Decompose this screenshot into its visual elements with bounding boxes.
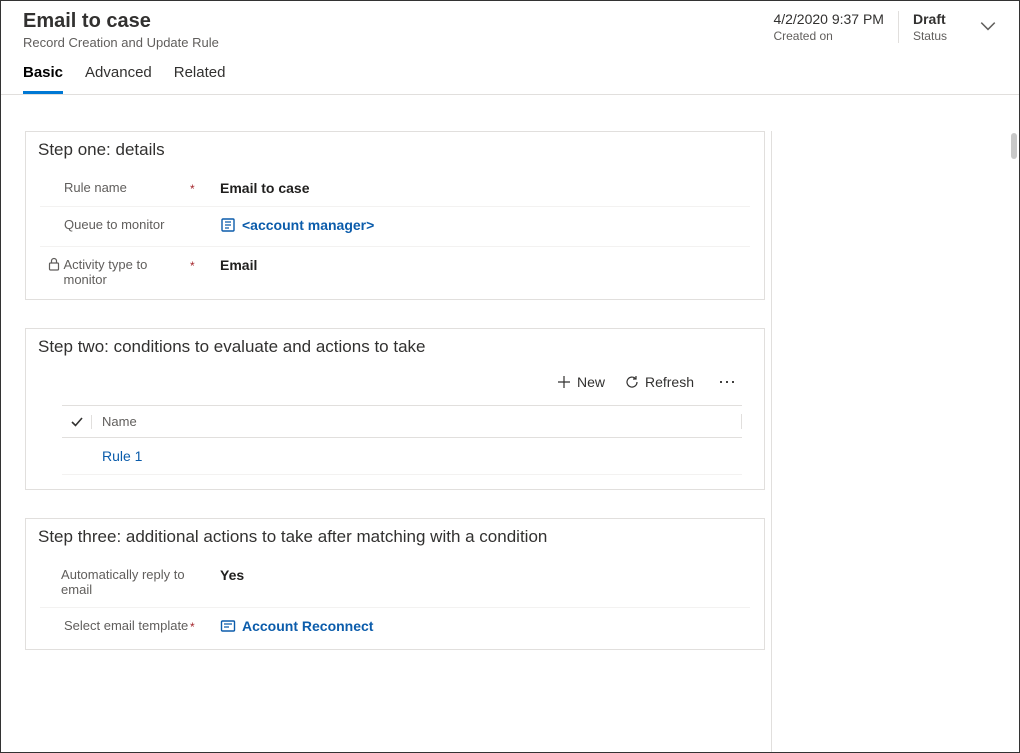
refresh-button[interactable]: Refresh: [625, 374, 694, 390]
activity-type-label: Activity type to monitor: [63, 257, 190, 287]
required-indicator: *: [190, 259, 195, 273]
required-indicator: *: [190, 182, 195, 196]
meta-status: Draft Status: [898, 11, 961, 43]
auto-reply-label: Automatically reply to email: [61, 567, 190, 597]
tab-basic[interactable]: Basic: [23, 64, 63, 94]
select-all-checkbox[interactable]: [62, 415, 92, 429]
email-template-label: Select email template: [64, 618, 188, 633]
queue-icon: [220, 217, 236, 233]
field-activity-type: Activity type to monitor * Email: [40, 247, 750, 299]
page-header: Email to case Record Creation and Update…: [1, 1, 1019, 95]
right-pane: [771, 131, 1019, 752]
section-step-one: Step one: details Rule name * Email to c…: [25, 131, 765, 300]
meta-created-label: Created on: [773, 29, 884, 43]
rule-link[interactable]: Rule 1: [92, 448, 142, 464]
email-template-link[interactable]: Account Reconnect: [220, 618, 373, 634]
new-button[interactable]: New: [557, 374, 605, 390]
page-title: Email to case: [23, 9, 773, 33]
grid-command-bar: New Refresh ⋯: [26, 367, 764, 397]
auto-reply-value: Yes: [210, 567, 750, 583]
column-header-name[interactable]: Name: [92, 414, 742, 429]
field-rule-name[interactable]: Rule name * Email to case: [40, 170, 750, 207]
chevron-down-icon: [979, 17, 997, 35]
step-two-title: Step two: conditions to evaluate and act…: [26, 329, 764, 367]
activity-type-value: Email: [210, 257, 750, 273]
grid-header-row: Name: [62, 406, 742, 438]
refresh-icon: [625, 375, 639, 389]
table-row[interactable]: Rule 1: [62, 438, 742, 475]
check-icon: [70, 415, 84, 429]
queue-value: <account manager>: [242, 217, 374, 233]
meta-created-on: 4/2/2020 9:37 PM Created on: [773, 11, 898, 43]
more-commands-button[interactable]: ⋯: [714, 373, 742, 391]
required-indicator: *: [190, 620, 195, 634]
rules-grid: Name Rule 1: [62, 405, 742, 475]
meta-created-value: 4/2/2020 9:37 PM: [773, 11, 884, 27]
field-email-template[interactable]: Select email template * Account Reconnec…: [40, 608, 750, 649]
lock-icon: [48, 257, 60, 271]
meta-status-label: Status: [913, 29, 947, 43]
rule-name-value: Email to case: [210, 180, 750, 196]
expand-header-toggle[interactable]: [961, 11, 997, 35]
refresh-label: Refresh: [645, 374, 694, 390]
plus-icon: [557, 375, 571, 389]
meta-status-value: Draft: [913, 11, 947, 27]
template-icon: [220, 618, 236, 634]
field-queue-to-monitor[interactable]: Queue to monitor <account manager>: [40, 207, 750, 247]
new-label: New: [577, 374, 605, 390]
section-step-three: Step three: additional actions to take a…: [25, 518, 765, 650]
rule-name-label: Rule name: [64, 180, 127, 195]
queue-label: Queue to monitor: [64, 217, 164, 232]
queue-link[interactable]: <account manager>: [220, 217, 374, 233]
section-step-two: Step two: conditions to evaluate and act…: [25, 328, 765, 490]
field-auto-reply[interactable]: Automatically reply to email Yes: [40, 557, 750, 608]
tab-related[interactable]: Related: [174, 64, 226, 94]
tab-list: Basic Advanced Related: [23, 50, 773, 94]
page-subtitle: Record Creation and Update Rule: [23, 35, 773, 50]
email-template-value: Account Reconnect: [242, 618, 373, 634]
step-three-title: Step three: additional actions to take a…: [26, 519, 764, 557]
step-one-title: Step one: details: [26, 132, 764, 170]
scrollbar-thumb[interactable]: [1011, 133, 1017, 159]
tab-advanced[interactable]: Advanced: [85, 64, 152, 94]
